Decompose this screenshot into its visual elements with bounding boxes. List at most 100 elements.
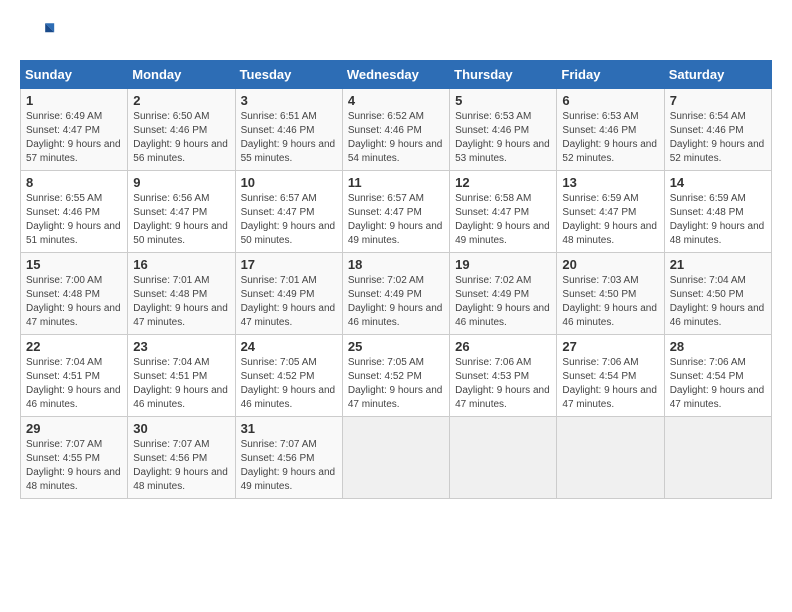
header-cell-wednesday: Wednesday [342,61,449,89]
day-info: Sunrise: 6:50 AM Sunset: 4:46 PM Dayligh… [133,111,228,164]
day-cell: 18 Sunrise: 7:02 AM Sunset: 4:49 PM Dayl… [342,253,449,335]
day-cell: 11 Sunrise: 6:57 AM Sunset: 4:47 PM Dayl… [342,171,449,253]
day-info: Sunrise: 7:06 AM Sunset: 4:54 PM Dayligh… [562,357,657,410]
day-info: Sunrise: 7:02 AM Sunset: 4:49 PM Dayligh… [455,275,550,328]
day-number: 15 [26,257,122,272]
day-cell: 4 Sunrise: 6:52 AM Sunset: 4:46 PM Dayli… [342,89,449,171]
day-info: Sunrise: 6:52 AM Sunset: 4:46 PM Dayligh… [348,111,443,164]
day-number: 28 [670,339,766,354]
day-number: 20 [562,257,658,272]
day-info: Sunrise: 7:05 AM Sunset: 4:52 PM Dayligh… [348,357,443,410]
day-info: Sunrise: 6:59 AM Sunset: 4:48 PM Dayligh… [670,193,765,246]
day-info: Sunrise: 6:49 AM Sunset: 4:47 PM Dayligh… [26,111,121,164]
day-cell [342,417,449,499]
day-cell: 9 Sunrise: 6:56 AM Sunset: 4:47 PM Dayli… [128,171,235,253]
logo [20,16,60,52]
day-number: 25 [348,339,444,354]
day-cell: 13 Sunrise: 6:59 AM Sunset: 4:47 PM Dayl… [557,171,664,253]
day-info: Sunrise: 7:04 AM Sunset: 4:50 PM Dayligh… [670,275,765,328]
day-info: Sunrise: 7:01 AM Sunset: 4:48 PM Dayligh… [133,275,228,328]
day-cell: 1 Sunrise: 6:49 AM Sunset: 4:47 PM Dayli… [21,89,128,171]
day-info: Sunrise: 6:53 AM Sunset: 4:46 PM Dayligh… [562,111,657,164]
day-number: 3 [241,93,337,108]
day-number: 13 [562,175,658,190]
day-info: Sunrise: 7:07 AM Sunset: 4:55 PM Dayligh… [26,439,121,492]
day-info: Sunrise: 7:00 AM Sunset: 4:48 PM Dayligh… [26,275,121,328]
header-row: SundayMondayTuesdayWednesdayThursdayFrid… [21,61,772,89]
day-cell [450,417,557,499]
calendar-header: SundayMondayTuesdayWednesdayThursdayFrid… [21,61,772,89]
day-number: 21 [670,257,766,272]
week-row-4: 22 Sunrise: 7:04 AM Sunset: 4:51 PM Dayl… [21,335,772,417]
day-info: Sunrise: 6:58 AM Sunset: 4:47 PM Dayligh… [455,193,550,246]
week-row-2: 8 Sunrise: 6:55 AM Sunset: 4:46 PM Dayli… [21,171,772,253]
day-info: Sunrise: 7:06 AM Sunset: 4:53 PM Dayligh… [455,357,550,410]
day-cell: 30 Sunrise: 7:07 AM Sunset: 4:56 PM Dayl… [128,417,235,499]
day-info: Sunrise: 7:05 AM Sunset: 4:52 PM Dayligh… [241,357,336,410]
day-cell: 16 Sunrise: 7:01 AM Sunset: 4:48 PM Dayl… [128,253,235,335]
day-number: 23 [133,339,229,354]
day-cell: 23 Sunrise: 7:04 AM Sunset: 4:51 PM Dayl… [128,335,235,417]
day-number: 6 [562,93,658,108]
day-cell: 5 Sunrise: 6:53 AM Sunset: 4:46 PM Dayli… [450,89,557,171]
header-cell-monday: Monday [128,61,235,89]
day-cell: 31 Sunrise: 7:07 AM Sunset: 4:56 PM Dayl… [235,417,342,499]
day-number: 18 [348,257,444,272]
day-number: 10 [241,175,337,190]
day-number: 22 [26,339,122,354]
day-info: Sunrise: 7:06 AM Sunset: 4:54 PM Dayligh… [670,357,765,410]
week-row-1: 1 Sunrise: 6:49 AM Sunset: 4:47 PM Dayli… [21,89,772,171]
day-info: Sunrise: 7:07 AM Sunset: 4:56 PM Dayligh… [133,439,228,492]
day-info: Sunrise: 7:01 AM Sunset: 4:49 PM Dayligh… [241,275,336,328]
day-cell: 25 Sunrise: 7:05 AM Sunset: 4:52 PM Dayl… [342,335,449,417]
day-number: 17 [241,257,337,272]
day-number: 12 [455,175,551,190]
week-row-5: 29 Sunrise: 7:07 AM Sunset: 4:55 PM Dayl… [21,417,772,499]
day-cell: 12 Sunrise: 6:58 AM Sunset: 4:47 PM Dayl… [450,171,557,253]
day-cell: 24 Sunrise: 7:05 AM Sunset: 4:52 PM Dayl… [235,335,342,417]
day-number: 2 [133,93,229,108]
day-cell: 21 Sunrise: 7:04 AM Sunset: 4:50 PM Dayl… [664,253,771,335]
day-cell: 22 Sunrise: 7:04 AM Sunset: 4:51 PM Dayl… [21,335,128,417]
day-number: 1 [26,93,122,108]
day-cell: 28 Sunrise: 7:06 AM Sunset: 4:54 PM Dayl… [664,335,771,417]
header-cell-saturday: Saturday [664,61,771,89]
calendar-page: SundayMondayTuesdayWednesdayThursdayFrid… [0,0,792,612]
day-cell: 27 Sunrise: 7:06 AM Sunset: 4:54 PM Dayl… [557,335,664,417]
day-number: 30 [133,421,229,436]
day-cell: 17 Sunrise: 7:01 AM Sunset: 4:49 PM Dayl… [235,253,342,335]
day-number: 8 [26,175,122,190]
day-number: 31 [241,421,337,436]
day-cell: 15 Sunrise: 7:00 AM Sunset: 4:48 PM Dayl… [21,253,128,335]
day-number: 7 [670,93,766,108]
day-number: 5 [455,93,551,108]
day-info: Sunrise: 6:57 AM Sunset: 4:47 PM Dayligh… [241,193,336,246]
header [20,16,772,52]
header-cell-sunday: Sunday [21,61,128,89]
day-number: 19 [455,257,551,272]
week-row-3: 15 Sunrise: 7:00 AM Sunset: 4:48 PM Dayl… [21,253,772,335]
day-number: 14 [670,175,766,190]
day-number: 26 [455,339,551,354]
day-cell: 10 Sunrise: 6:57 AM Sunset: 4:47 PM Dayl… [235,171,342,253]
header-cell-tuesday: Tuesday [235,61,342,89]
day-info: Sunrise: 7:04 AM Sunset: 4:51 PM Dayligh… [26,357,121,410]
day-info: Sunrise: 6:55 AM Sunset: 4:46 PM Dayligh… [26,193,121,246]
day-cell [557,417,664,499]
day-info: Sunrise: 7:07 AM Sunset: 4:56 PM Dayligh… [241,439,336,492]
day-number: 9 [133,175,229,190]
day-info: Sunrise: 6:59 AM Sunset: 4:47 PM Dayligh… [562,193,657,246]
day-info: Sunrise: 7:03 AM Sunset: 4:50 PM Dayligh… [562,275,657,328]
day-info: Sunrise: 6:54 AM Sunset: 4:46 PM Dayligh… [670,111,765,164]
calendar-body: 1 Sunrise: 6:49 AM Sunset: 4:47 PM Dayli… [21,89,772,499]
header-cell-friday: Friday [557,61,664,89]
day-number: 27 [562,339,658,354]
day-cell: 20 Sunrise: 7:03 AM Sunset: 4:50 PM Dayl… [557,253,664,335]
day-info: Sunrise: 6:53 AM Sunset: 4:46 PM Dayligh… [455,111,550,164]
day-number: 4 [348,93,444,108]
header-cell-thursday: Thursday [450,61,557,89]
day-number: 16 [133,257,229,272]
day-info: Sunrise: 6:57 AM Sunset: 4:47 PM Dayligh… [348,193,443,246]
logo-icon [20,16,56,52]
day-cell: 8 Sunrise: 6:55 AM Sunset: 4:46 PM Dayli… [21,171,128,253]
